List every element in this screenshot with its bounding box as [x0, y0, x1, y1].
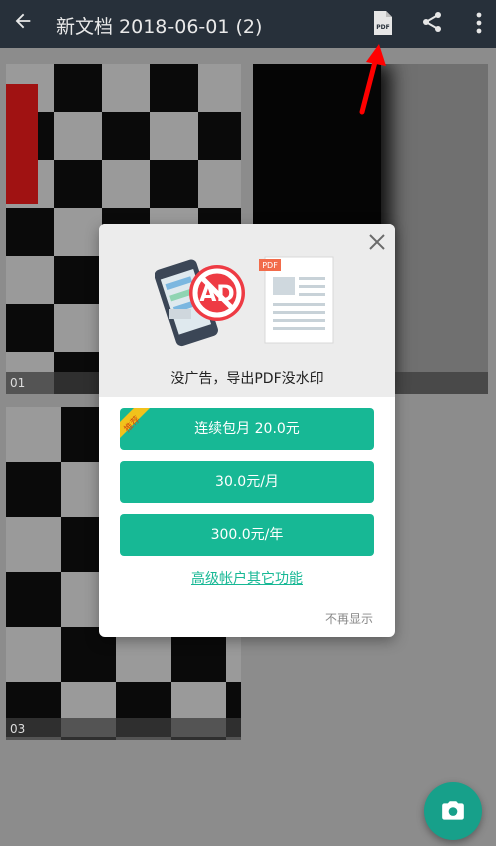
dialog-hero: AD PDF 没广告，导出PDF没水印: [99, 224, 395, 397]
pdf-tag-text: PDF: [262, 261, 278, 270]
document-title: 新文档 2018-06-01 (2): [56, 16, 263, 38]
page-label-bar: 03: [6, 718, 241, 740]
recommended-ribbon: 推荐: [120, 408, 150, 438]
page-number: 01: [10, 376, 26, 390]
camera-icon: [442, 801, 464, 820]
back-arrow-icon[interactable]: [12, 10, 36, 38]
close-icon[interactable]: [365, 230, 389, 254]
dont-show-again-link[interactable]: 不再显示: [325, 610, 373, 627]
dialog-message: 没广告，导出PDF没水印: [170, 371, 324, 387]
upgrade-dialog: AD PDF 没广告，导出PDF没水印 推荐 连续包月 20.0元: [99, 224, 395, 637]
no-ads-illustration: AD PDF: [154, 249, 345, 349]
page-number: 03: [10, 722, 26, 736]
yearly-plan-button[interactable]: 300.0元/年: [120, 514, 374, 556]
pdf-icon-text: PDF: [376, 24, 389, 31]
page-image-red-block: [6, 84, 38, 204]
camera-fab-button[interactable]: [424, 782, 482, 840]
option-label: 30.0元/月: [215, 474, 279, 490]
monthly-subscription-button[interactable]: 推荐 连续包月 20.0元: [120, 408, 374, 450]
monthly-plan-button[interactable]: 30.0元/月: [120, 461, 374, 503]
share-icon[interactable]: [420, 10, 444, 34]
pdf-export-icon[interactable]: PDF: [372, 10, 394, 36]
red-pointer-arrow: [352, 40, 392, 120]
more-vert-icon[interactable]: [470, 8, 488, 38]
option-label: 连续包月 20.0元: [194, 421, 300, 437]
premium-features-link[interactable]: 高级帐户其它功能: [99, 568, 395, 588]
option-label: 300.0元/年: [210, 527, 284, 543]
app-bar: 新文档 2018-06-01 (2) PDF: [0, 0, 496, 48]
